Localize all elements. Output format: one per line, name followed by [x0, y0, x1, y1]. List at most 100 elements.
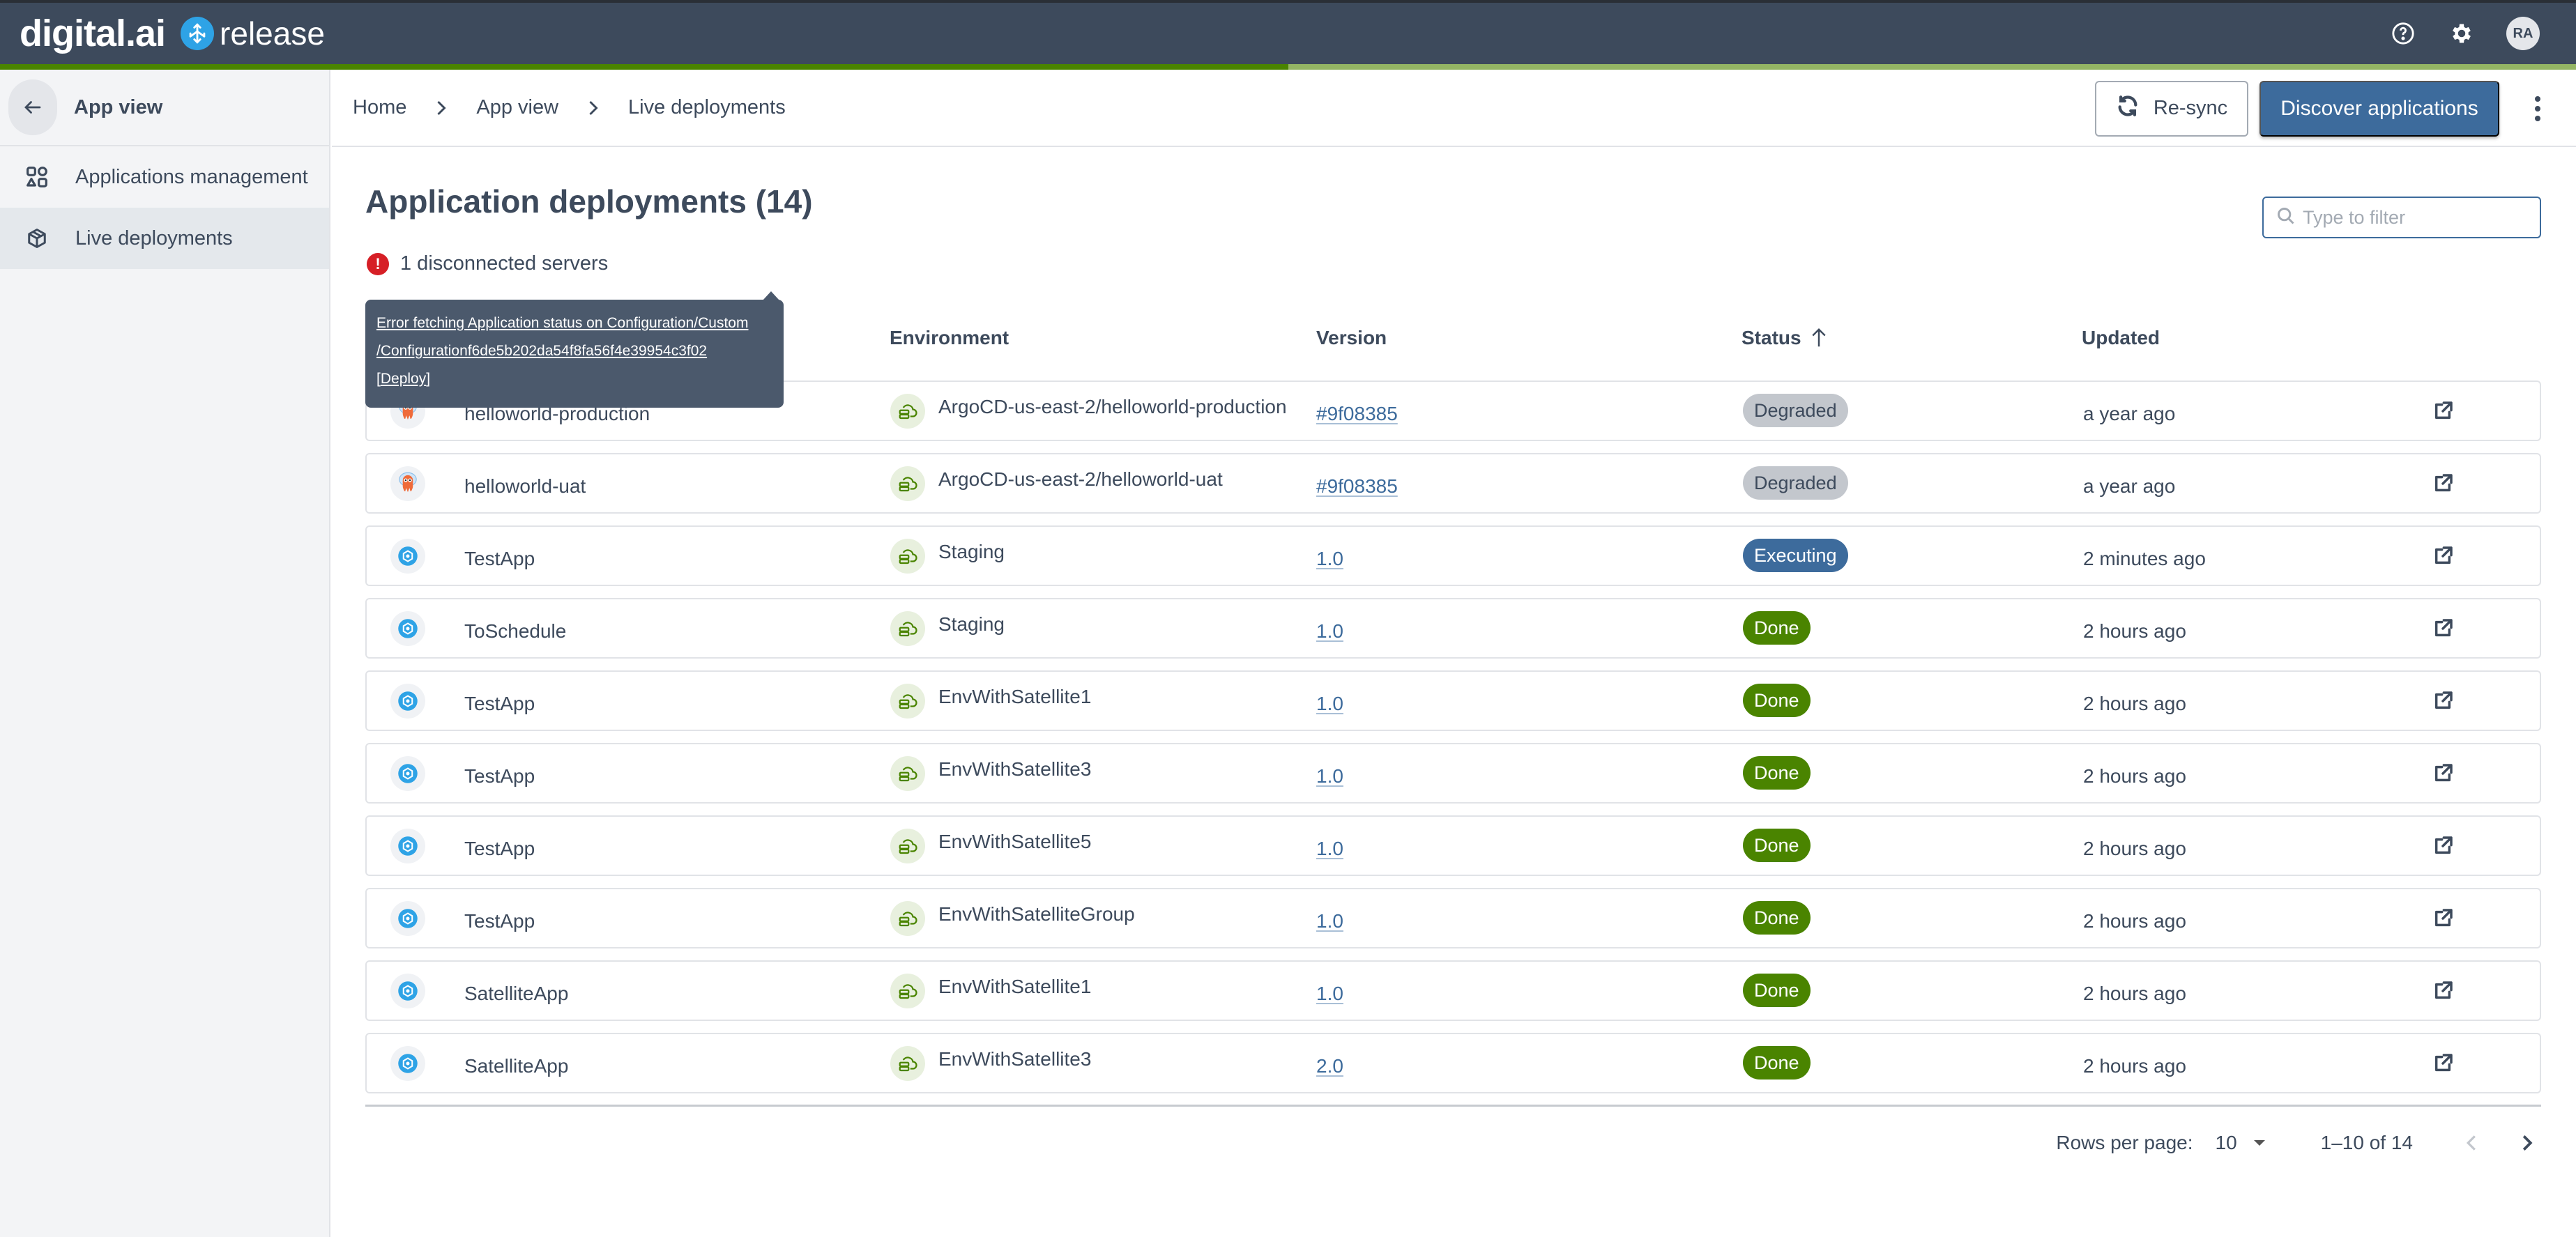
table-row[interactable]: TestApp EnvWithSatellite1 1.0 Done 2 hours a… [365, 670, 2541, 731]
table-row[interactable]: TestApp EnvWithSatelliteGroup 1.0 Done 2 hou… [365, 888, 2541, 948]
column-header-updated[interactable]: Updated [2082, 314, 2160, 362]
table-row[interactable]: helloworld-uat ArgoCD-us-east-2/helloworl… [365, 453, 2541, 514]
version-link[interactable]: 2.0 [1316, 1055, 1343, 1077]
updated-time: 2 hours ago [2083, 1055, 2186, 1077]
external-link-icon[interactable] [2429, 470, 2457, 498]
tooltip-configuration-link[interactable]: /Configurationf6de5b202da54f8fa56f4e3995… [376, 343, 707, 359]
updated-time: 2 hours ago [2083, 838, 2186, 859]
environment-icon [890, 901, 925, 936]
application-name: TestApp [464, 765, 535, 787]
product-name: release [220, 15, 325, 52]
external-link-icon[interactable] [2429, 615, 2457, 643]
table-row[interactable]: ToSchedule Staging 1.0 Done 2 hours ago [365, 598, 2541, 659]
disconnected-servers-text: 1 disconnected servers [400, 252, 609, 275]
version-link[interactable]: 1.0 [1316, 765, 1343, 787]
external-link-icon[interactable] [2429, 542, 2457, 570]
external-link-icon[interactable] [2429, 832, 2457, 860]
next-page-button[interactable] [2513, 1129, 2541, 1157]
sidebar-item-label: Applications management [75, 165, 308, 188]
environment-icon [890, 684, 925, 719]
progress-fill [0, 64, 1288, 70]
table-row[interactable]: SatelliteApp EnvWithSatellite3 2.0 Done 2 ho… [365, 1033, 2541, 1093]
previous-page-button[interactable] [2457, 1129, 2485, 1157]
breadcrumb-app-view[interactable]: App view [476, 96, 558, 119]
external-link-icon[interactable] [2429, 977, 2457, 1005]
version-link[interactable]: 1.0 [1316, 693, 1343, 715]
version-link[interactable]: 1.0 [1316, 910, 1343, 932]
external-link-icon[interactable] [2429, 1050, 2457, 1077]
version-link[interactable]: 1.0 [1316, 983, 1343, 1005]
filter-input[interactable] [2303, 206, 2526, 229]
version-link[interactable]: 1.0 [1316, 620, 1343, 643]
help-icon[interactable] [2389, 20, 2417, 47]
chevron-right-icon [588, 100, 599, 116]
caret-down-icon [2253, 1140, 2265, 1146]
version-link[interactable]: #9f08385 [1316, 475, 1398, 498]
breadcrumb: Home App view Live deployments [353, 96, 786, 119]
deploy-icon [390, 611, 425, 646]
tooltip-error-link[interactable]: Error fetching Application status on Con… [376, 315, 748, 331]
application-name: TestApp [464, 910, 535, 932]
column-header-status[interactable]: Status [1742, 314, 1827, 362]
logo[interactable]: digital.ai release [20, 12, 325, 55]
release-logo-icon [181, 17, 215, 50]
rows-per-page-select[interactable]: 10 [2216, 1132, 2265, 1154]
rows-per-page-value: 10 [2215, 1132, 2237, 1153]
sidebar-item-applications-management[interactable]: Applications management [0, 146, 329, 208]
more-options-icon[interactable] [2527, 88, 2548, 130]
deploy-icon [390, 684, 425, 719]
environment-icon [890, 394, 925, 429]
user-avatar[interactable]: RA [2506, 17, 2540, 50]
environment-name: ArgoCD-us-east-2/helloworld-uat [938, 468, 1223, 490]
version-link[interactable]: 1.0 [1316, 838, 1343, 860]
chevron-right-icon [436, 100, 447, 116]
pagination-range: 1–10 of 14 [2320, 1132, 2413, 1153]
external-link-icon[interactable] [2429, 905, 2457, 932]
deploy-icon [390, 756, 425, 791]
external-link-icon[interactable] [2429, 687, 2457, 715]
environment-name: EnvWithSatelliteGroup [938, 903, 1135, 925]
version-link[interactable]: #9f08385 [1316, 403, 1398, 425]
updated-time: 2 hours ago [2083, 765, 2186, 787]
application-name: TestApp [464, 838, 535, 859]
sidebar-back: App view [0, 70, 329, 146]
column-header-version[interactable]: Version [1316, 314, 1387, 362]
breadcrumb-home[interactable]: Home [353, 96, 406, 119]
error-tooltip: Error fetching Application status on Con… [365, 300, 784, 408]
discover-applications-button[interactable]: Discover applications [2259, 80, 2499, 137]
gear-icon[interactable] [2448, 20, 2476, 47]
sidebar-title: App view [74, 95, 163, 118]
table-row[interactable]: SatelliteApp EnvWithSatellite1 1.0 Done 2 ho… [365, 960, 2541, 1021]
environment-icon [890, 539, 925, 574]
breadcrumb-live-deployments: Live deployments [628, 96, 786, 118]
status-badge: Executing [1743, 539, 1848, 572]
resync-button[interactable]: Re-sync [2095, 80, 2248, 137]
environment-icon [890, 466, 925, 501]
back-button[interactable] [8, 79, 57, 135]
tooltip-deploy-link[interactable]: Deploy [381, 371, 426, 387]
disconnected-servers[interactable]: ! 1 disconnected servers [367, 252, 608, 275]
external-link-icon[interactable] [2429, 760, 2457, 787]
column-header-environment[interactable]: Environment [890, 314, 1009, 362]
external-link-icon[interactable] [2429, 397, 2457, 425]
status-badge: Degraded [1743, 466, 1848, 500]
status-badge: Degraded [1743, 394, 1848, 427]
sidebar-item-label: Live deployments [75, 226, 233, 249]
package-icon [25, 226, 49, 250]
environment-name: ArgoCD-us-east-2/helloworld-production [938, 396, 1287, 417]
sidebar: App view Applications management Live de… [0, 70, 330, 1237]
search-icon [2276, 206, 2296, 229]
status-badge: Done [1743, 611, 1811, 645]
updated-time: 2 hours ago [2083, 620, 2186, 642]
table-row[interactable]: TestApp EnvWithSatellite3 1.0 Done 2 hours a… [365, 743, 2541, 804]
application-name: ToSchedule [464, 620, 567, 642]
shapes-icon [25, 165, 49, 189]
table-row[interactable]: TestApp EnvWithSatellite5 1.0 Done 2 hours a… [365, 815, 2541, 876]
top-bar: digital.ai release RA [0, 0, 2576, 64]
filter-field[interactable] [2262, 197, 2541, 238]
environment-icon [890, 611, 925, 646]
table-row[interactable]: TestApp Staging 1.0 Executing 2 minutes ago [365, 525, 2541, 586]
application-name: SatelliteApp [464, 1055, 569, 1077]
version-link[interactable]: 1.0 [1316, 548, 1343, 570]
sidebar-item-live-deployments[interactable]: Live deployments [0, 208, 329, 269]
